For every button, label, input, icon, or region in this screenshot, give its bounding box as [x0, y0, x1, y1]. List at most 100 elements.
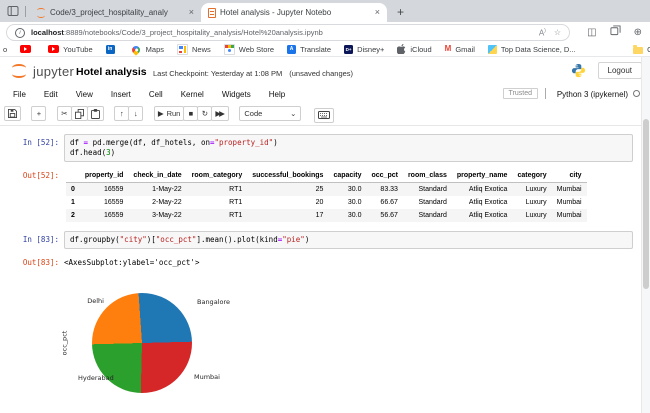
bookmark-youtube[interactable]: YouTube [48, 45, 93, 54]
browser-tab-2-active[interactable]: Hotel analysis - Jupyter Notebo × [201, 3, 387, 22]
news-icon [177, 43, 188, 55]
bookmark-label: iCloud [410, 44, 432, 54]
address-bar[interactable]: i localhost:8889/notebooks/Code/3_projec… [6, 24, 570, 41]
code-line: df.head(3) [70, 148, 116, 157]
pie-ylabel: occ_pct [60, 330, 69, 356]
bookmark-disney[interactable]: D+ Disney+ [344, 44, 385, 54]
bookmark-label: Disney+ [357, 44, 385, 54]
restart-kernel-button[interactable]: ↻ [197, 106, 213, 121]
checkpoint-status: Last Checkpoint: Yesterday at 1:08 PM (un… [153, 69, 354, 78]
menu-widgets[interactable]: Widgets [213, 90, 260, 99]
bookmark-youtube-icon[interactable] [20, 45, 35, 53]
maps-icon [129, 43, 142, 56]
youtube-icon [48, 45, 60, 53]
table-row: 0 16559 1-May-22 RT1 25 30.0 83.33 Standard Atli… [66, 182, 587, 196]
divider [545, 88, 546, 99]
bookmark-icloud[interactable]: iCloud [397, 44, 432, 54]
command-palette-keyboard-icon[interactable] [313, 107, 334, 123]
menu-kernel[interactable]: Kernel [172, 90, 213, 99]
tab-separator [25, 6, 26, 17]
add-cell-button[interactable]: + [31, 106, 47, 121]
url-text: localhost:8889/notebooks/Code/3_project_… [31, 28, 323, 37]
favorites-folder-icon [633, 44, 644, 54]
dataframe-output: property_id check_in_date room_category suc… [64, 167, 587, 222]
trusted-badge: Trusted [502, 88, 538, 99]
bookmark-label: o [3, 44, 8, 54]
save-button[interactable] [4, 106, 21, 121]
tab-title: Code/3_project_hospitality_analy [50, 8, 168, 17]
code-line: df = pd.merge(df, df_hotels, on="propert… [70, 138, 278, 147]
disney-icon: D+ [344, 44, 354, 54]
browser-toolbar: i localhost:8889/notebooks/Code/3_projec… [0, 22, 650, 42]
collections-icon[interactable] [610, 25, 621, 39]
bookmark-translate[interactable]: A Translate [287, 44, 332, 54]
menu-file[interactable]: File [4, 90, 35, 99]
notebook-title[interactable]: Hotel analysis [76, 66, 147, 78]
restart-run-all-button[interactable]: ▶▶ [211, 106, 229, 121]
bookmark-top-data-science-d[interactable]: Top Data Science, D... [487, 44, 576, 54]
input-prompt: In [83]: [22, 235, 59, 244]
bookmark-label: Translate [300, 44, 332, 54]
new-tab-button[interactable]: + [397, 6, 404, 18]
code-cell-2: In [83]: df.groupby("city")["occ_pct"].m… [0, 231, 641, 249]
browser-essentials-icon[interactable]: ⊕ [634, 27, 642, 38]
read-aloud-icon[interactable]: A) [539, 28, 546, 38]
pie-label-delhi: Delhi [87, 297, 104, 305]
bookmark-o[interactable]: o [3, 45, 7, 54]
python-logo-icon [571, 63, 586, 83]
output-prompt: Out[83]: [22, 258, 59, 267]
page-scrollbar[interactable] [641, 57, 650, 413]
translate-icon: A [287, 44, 297, 54]
apple-icon [397, 44, 406, 54]
menu-help[interactable]: Help [260, 90, 294, 99]
logout-button[interactable]: Logout [597, 62, 642, 79]
close-tab-icon[interactable]: × [189, 8, 194, 17]
bookmark-maps[interactable]: Maps [129, 43, 164, 56]
webstore-icon [223, 43, 235, 55]
pie-label-mumbai: Mumbai [194, 373, 220, 381]
bookmark-label: News [192, 44, 211, 54]
run-button[interactable]: ▶ Run [153, 106, 185, 121]
bookmark-o[interactable]: O [633, 44, 650, 54]
datascience-folder-icon [487, 44, 497, 54]
jupyter-favicon [36, 7, 46, 18]
bookmark-news[interactable]: News [177, 43, 211, 55]
code-input-2[interactable]: df.groupby("city")["occ_pct"].mean().plo… [64, 231, 633, 249]
paste-cell-button[interactable] [86, 106, 104, 121]
favorite-star-icon[interactable]: ☆ [554, 28, 561, 37]
scrollbar-thumb[interactable] [643, 119, 649, 289]
tab-actions-icon[interactable] [7, 5, 19, 17]
bookmark-label: Top Data Science, D... [500, 44, 576, 54]
menu-insert[interactable]: Insert [102, 90, 140, 99]
menu-cell[interactable]: Cell [140, 90, 172, 99]
copy-cell-button[interactable] [70, 106, 88, 121]
bookmark-linkedin-icon[interactable]: in [105, 44, 119, 54]
move-cell-up-button[interactable]: ↑ [114, 106, 130, 121]
site-info-icon[interactable]: i [15, 27, 25, 38]
output-area-2: Out[83]: <AxesSubplot:ylabel='occ_pct'> [0, 254, 641, 268]
jupyter-logo-icon[interactable] [10, 63, 29, 79]
linkedin-icon: in [105, 44, 115, 54]
bookmark-gmail[interactable]: M Gmail [445, 45, 475, 54]
chevron-down-icon: ⌄ [290, 109, 297, 118]
dataframe-table: property_id check_in_date room_category suc… [66, 169, 587, 222]
bookmark-web-store[interactable]: Web Store [223, 43, 274, 55]
code-line: df.groupby("city")["occ_pct"].mean().plo… [70, 235, 310, 244]
menu-view[interactable]: View [67, 90, 102, 99]
cell-type-select[interactable]: Code ⌄ [239, 106, 302, 121]
menu-edit[interactable]: Edit [35, 90, 67, 99]
repr-output-text: <AxesSubplot:ylabel='occ_pct'> [64, 258, 200, 267]
jupyter-header: jupyter Hotel analysis Last Checkpoint: … [0, 57, 650, 85]
split-screen-icon[interactable]: ◫ [587, 27, 596, 38]
table-row: 1 16559 2-May-22 RT1 20 30.0 66.67 Standard Atli… [71, 199, 582, 206]
interrupt-kernel-button[interactable]: ■ [183, 106, 199, 121]
input-prompt: In [52]: [22, 138, 59, 147]
move-cell-down-button[interactable]: ↓ [128, 106, 144, 121]
code-input-1[interactable]: df = pd.merge(df, df_hotels, on="propert… [64, 134, 633, 162]
browser-tab-1[interactable]: Code/3_project_hospitality_analy × [29, 3, 201, 22]
close-tab-icon[interactable]: × [375, 8, 380, 17]
cut-cell-button[interactable]: ✂ [56, 106, 72, 121]
output-area-1: Out[52]: property_id check_in_date room_ca… [0, 167, 641, 222]
browser-tab-strip: Code/3_project_hospitality_analy × Hotel… [0, 0, 650, 22]
jupyter-brand[interactable]: jupyter [33, 64, 74, 79]
